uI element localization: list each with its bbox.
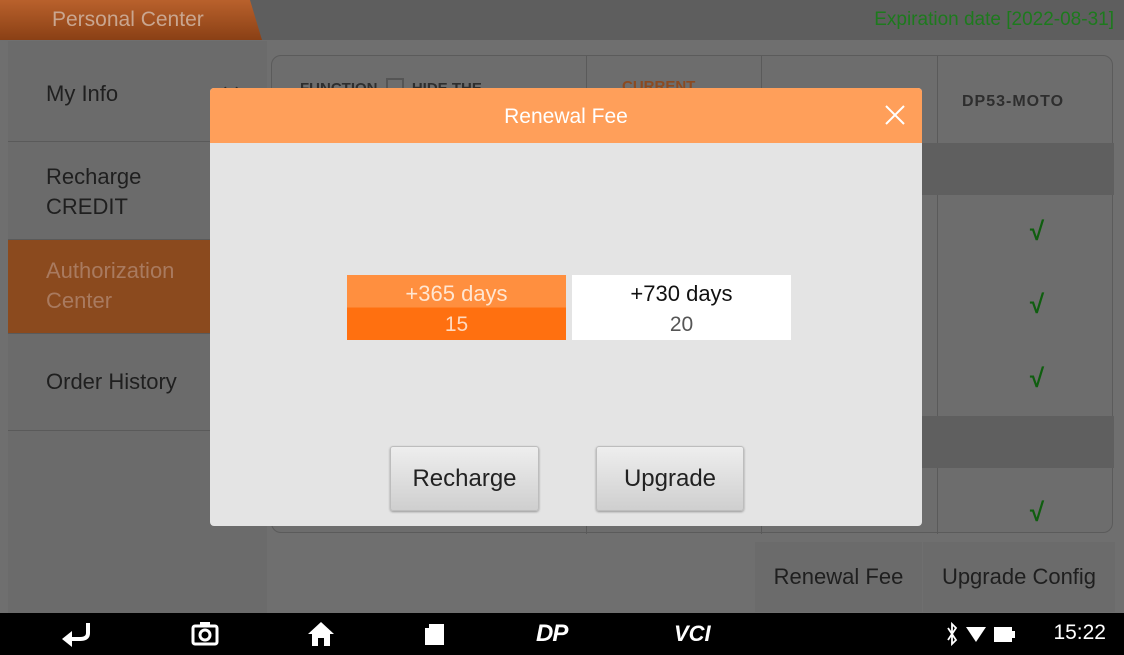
clock: 15:22 — [1053, 621, 1106, 644]
sidebar-item-label: Order History — [46, 369, 177, 394]
personal-center-tab[interactable]: Personal Center — [0, 0, 262, 40]
renewal-fee-button[interactable]: Renewal Fee — [755, 542, 922, 612]
recent-apps-icon[interactable] — [420, 613, 450, 655]
plan-730-days[interactable]: +730 days 20 — [572, 275, 791, 340]
wifi-icon — [966, 627, 986, 642]
plan-days: +730 days — [630, 281, 733, 306]
dp-app-icon[interactable]: DP — [536, 613, 596, 655]
sidebar-item-label: Recharge CREDIT — [46, 164, 142, 219]
plan-days: +365 days — [405, 281, 508, 306]
check-icon: √ — [1029, 497, 1045, 527]
check-icon: √ — [1029, 216, 1045, 246]
back-icon[interactable] — [58, 613, 94, 655]
dialog-title: Renewal Fee — [504, 105, 628, 128]
top-header: Personal Center Expiration date [2022-08… — [0, 0, 1124, 40]
check-icon: √ — [1029, 363, 1045, 393]
status-icons — [947, 621, 1015, 647]
sidebar-item-label: Authorization Center — [46, 258, 175, 313]
upgrade-config-button[interactable]: Upgrade Config — [923, 542, 1115, 612]
battery-icon — [994, 627, 1015, 642]
camera-icon[interactable] — [190, 613, 220, 655]
expiration-date: Expiration date [2022-08-31] — [874, 9, 1114, 30]
sidebar-item-label: My Info — [46, 81, 119, 106]
system-nav-bar: DP VCI 15:22 — [0, 613, 1124, 655]
renewal-fee-dialog: Renewal Fee +365 days 15 +730 days 20 Re… — [210, 88, 922, 526]
plan-price: 15 — [444, 313, 469, 336]
vci-icon[interactable]: VCI — [674, 613, 734, 655]
plan-365-days[interactable]: +365 days 15 — [347, 275, 566, 340]
recharge-button[interactable]: Recharge — [390, 446, 539, 511]
check-icon: √ — [1029, 289, 1045, 319]
upgrade-button[interactable]: Upgrade — [596, 446, 744, 511]
home-icon[interactable] — [306, 613, 336, 655]
bluetooth-icon — [947, 621, 958, 647]
plan-price: 20 — [669, 313, 694, 336]
close-icon[interactable] — [882, 102, 908, 128]
personal-center-title: Personal Center — [52, 8, 204, 31]
